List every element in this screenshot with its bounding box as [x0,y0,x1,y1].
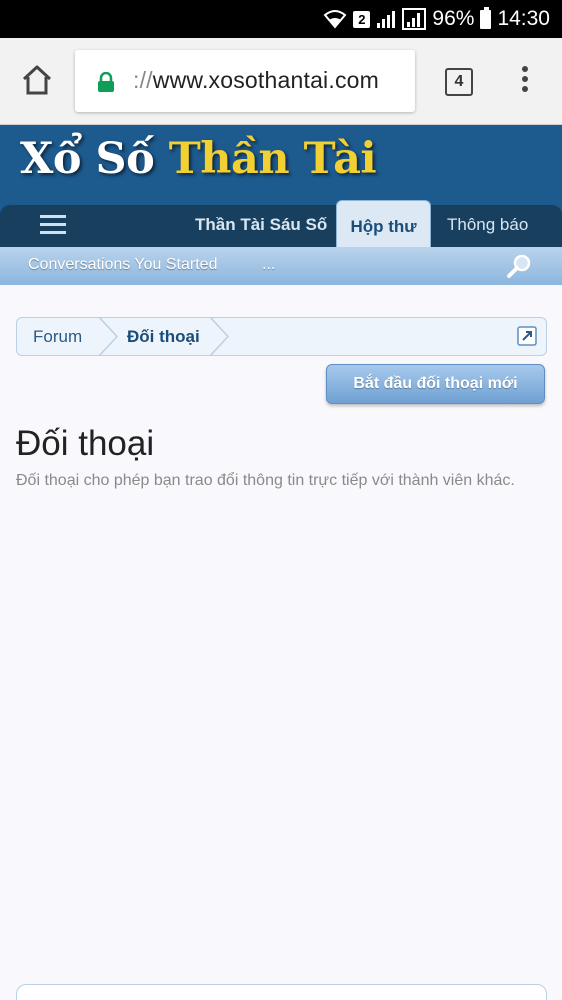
tab-six-numbers[interactable]: Thần Tài Sáu Số [195,205,327,247]
url-text[interactable]: ://www.xosothantai.com [133,67,379,94]
site-header: Xổ Số Thần Tài Thần Tài Sáu Số Hộp thư T… [0,125,562,285]
home-icon[interactable] [20,63,54,97]
sub-nav: Conversations You Started ... [0,247,562,285]
browser-toolbar: ://www.xosothantai.com 4 [0,38,562,125]
signal-box-icon [402,8,427,30]
signal-icon [377,11,396,28]
address-bar[interactable]: ://www.xosothantai.com [75,50,415,112]
breadcrumb-separator [99,317,119,356]
status-time: 14:30 [497,7,550,30]
breadcrumb-separator [210,317,230,356]
breadcrumb-current[interactable]: Đối thoại [127,318,200,355]
wifi-icon [323,10,347,29]
subnav-conversations-started[interactable]: Conversations You Started [28,256,217,274]
tabs-icon[interactable]: 4 [445,68,473,96]
url-prefix: :// [133,67,153,93]
battery-percent: 96% [432,7,475,30]
hamburger-icon[interactable] [40,215,66,235]
lock-icon [98,72,114,92]
site-logo[interactable]: Xổ Số Thần Tài [20,134,377,184]
tab-notifications[interactable]: Thông báo [447,205,528,247]
start-conversation-button[interactable]: Bắt đầu đối thoại mới [326,364,545,404]
conversation-list-container [16,984,547,1000]
subnav-more[interactable]: ... [262,256,275,274]
url-domain: www.xosothantai.com [152,67,380,93]
jump-link-icon[interactable] [517,326,537,346]
status-icons: 2 96% 14:30 [323,0,550,38]
logo-part2: Thần Tài [168,134,377,184]
overflow-menu-icon[interactable] [520,66,530,96]
page-description: Đối thoại cho phép bạn trao đổi thông ti… [16,472,515,489]
main-nav: Thần Tài Sáu Số Hộp thư Thông báo [0,200,562,247]
sim-badge: 2 [353,10,371,28]
tab-inbox[interactable]: Hộp thư [336,200,431,247]
breadcrumb-forum[interactable]: Forum [33,318,82,355]
logo-part1: Xổ Số [20,134,155,184]
status-bar: 2 96% 14:30 [0,0,562,38]
breadcrumb: Forum Đối thoại [16,317,547,356]
search-icon[interactable] [505,252,533,280]
page-title: Đối thoại [16,424,155,463]
battery-icon [480,6,492,29]
